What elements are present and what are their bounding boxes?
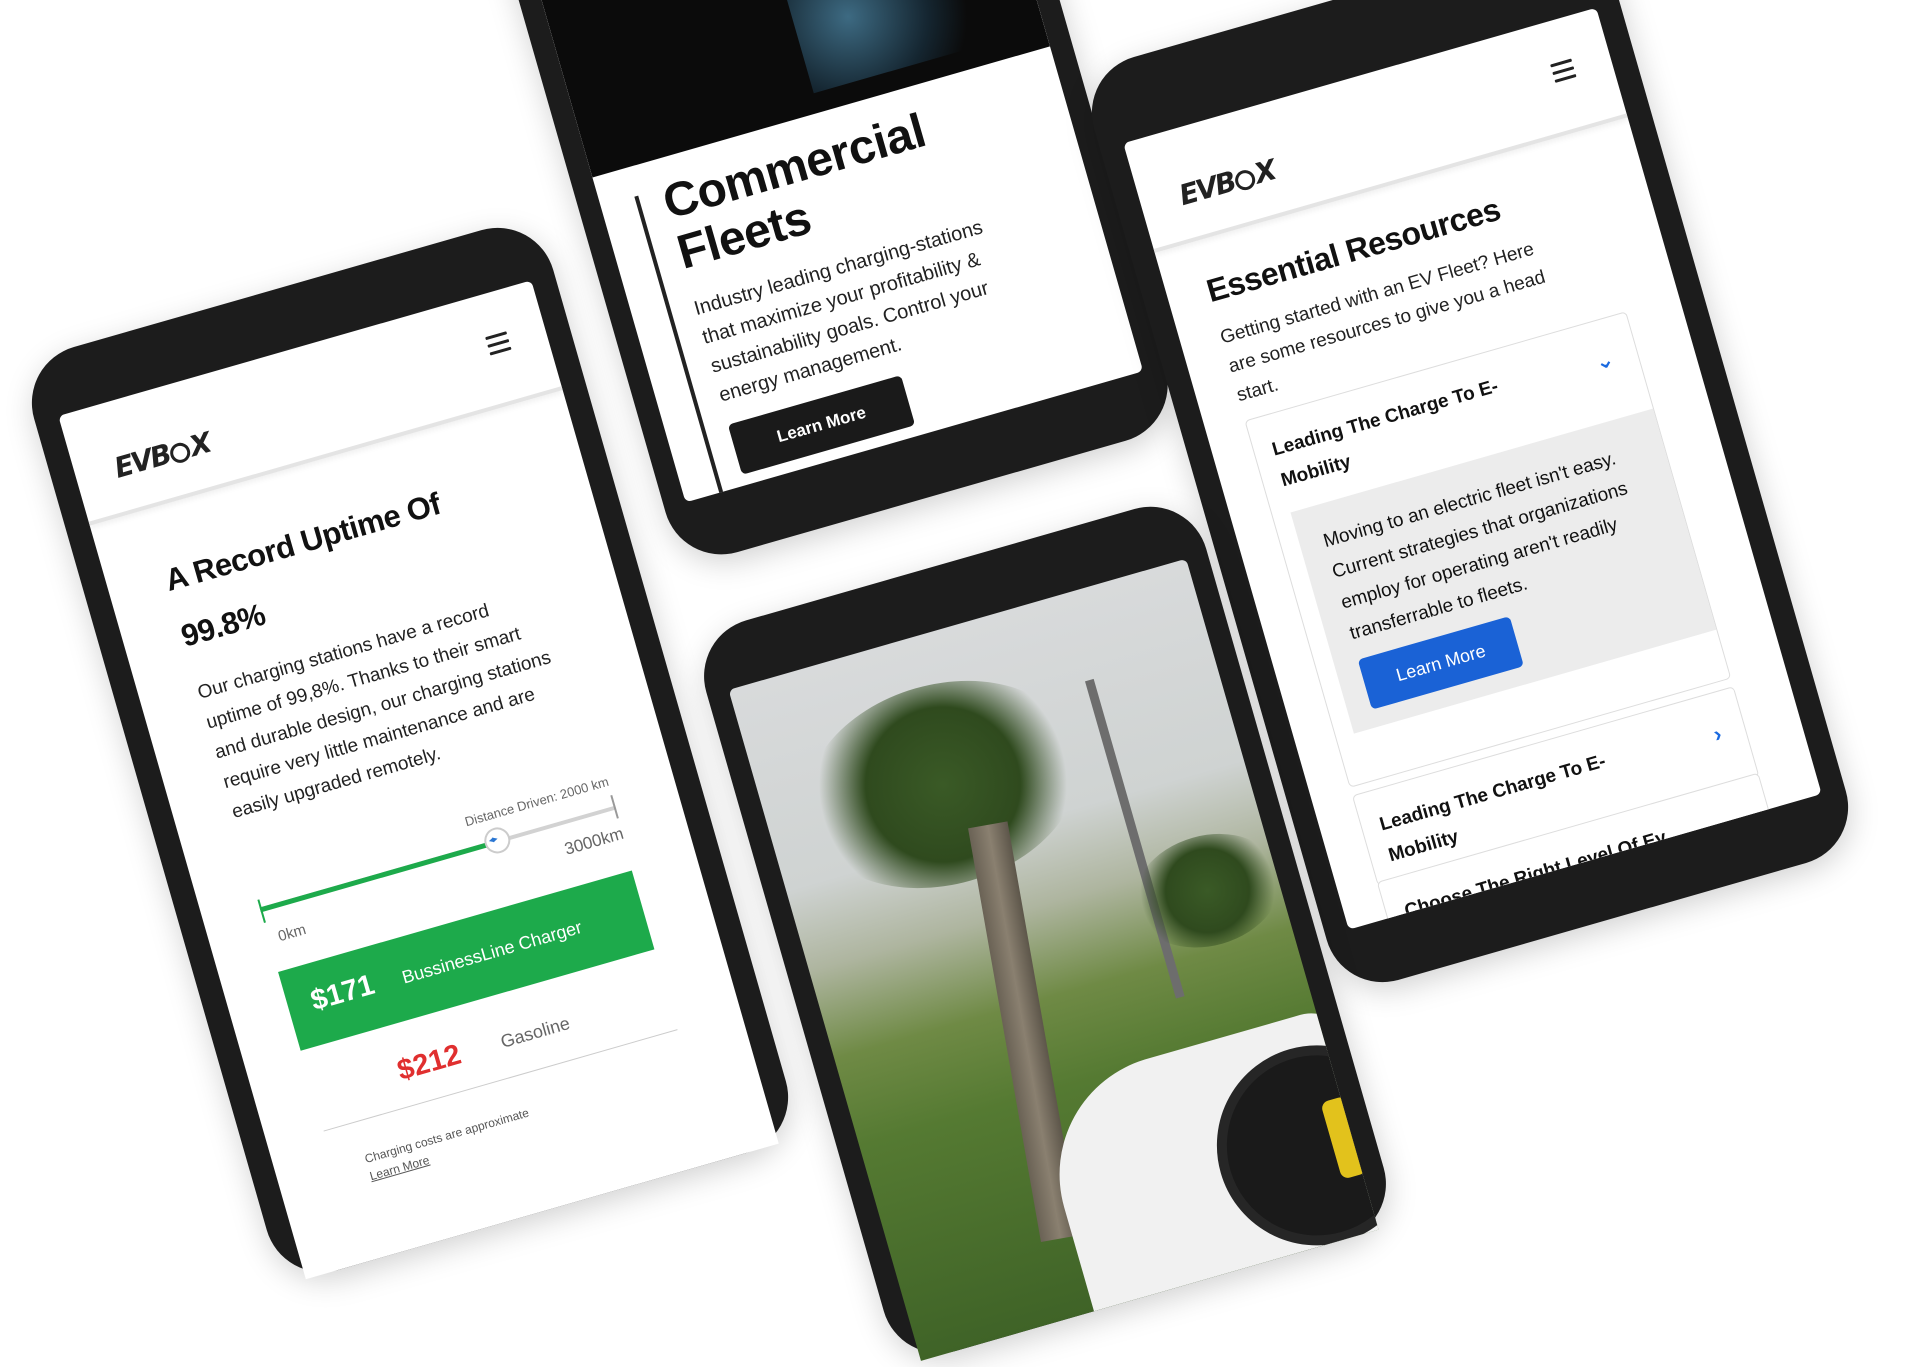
fleets-screen: Commercial Fleets Industry leading charg… (509, 0, 1144, 503)
slider-fill (259, 839, 499, 913)
top-nav: EVB X (58, 280, 563, 526)
chevron-down-icon[interactable]: ⌄ (1592, 346, 1617, 376)
charger-name: BussinessLine Charger (399, 916, 585, 988)
evbox-logo[interactable]: EVB X (1176, 153, 1279, 212)
palm-tree-foliage (780, 649, 1106, 920)
menu-icon[interactable] (485, 331, 513, 360)
charger-price: $171 (307, 968, 379, 1018)
menu-icon[interactable] (1550, 58, 1578, 88)
chevron-right-icon[interactable]: › (1735, 807, 1749, 834)
top-nav: EVB X (1123, 7, 1628, 253)
palm-tree-foliage (1120, 817, 1295, 965)
chevron-right-icon[interactable]: › (1710, 721, 1724, 748)
slider-handle[interactable] (481, 824, 514, 857)
slider-max-label: 3000km (562, 823, 626, 859)
slider-min-label: 0km (276, 921, 309, 946)
light-pole (1085, 678, 1185, 999)
evbox-logo[interactable]: EVB X (111, 426, 214, 485)
slider-caption: Distance Driven: 2000 km (463, 773, 611, 830)
gasoline-name: Gasoline (498, 1013, 573, 1052)
cost-footnote: Charging costs are approximate Learn Mor… (363, 1105, 531, 1184)
gasoline-price: $212 (393, 1038, 465, 1088)
